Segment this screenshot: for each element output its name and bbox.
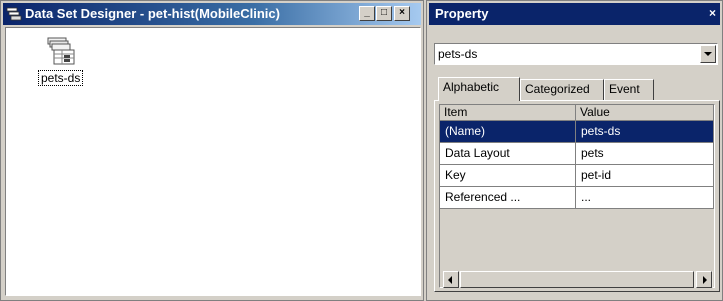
horizontal-scrollbar[interactable] bbox=[443, 271, 713, 288]
property-value[interactable]: pet-id bbox=[576, 165, 714, 187]
property-grid: Item Value (Name) pets-ds Data Layout pe… bbox=[439, 104, 715, 288]
property-name: Key bbox=[440, 165, 576, 187]
minimize-icon: _ bbox=[364, 7, 370, 18]
property-value[interactable]: ... bbox=[576, 187, 714, 209]
designer-canvas[interactable]: pets-ds bbox=[5, 27, 421, 296]
property-title-bar[interactable]: Property × bbox=[429, 3, 720, 25]
property-panel: Item Value (Name) pets-ds Data Layout pe… bbox=[434, 100, 720, 292]
column-header-item[interactable]: Item bbox=[440, 105, 576, 121]
close-icon: × bbox=[399, 7, 405, 18]
scroll-thumb[interactable] bbox=[460, 271, 694, 288]
scroll-left-icon[interactable] bbox=[443, 271, 459, 288]
tab-label: Categorized bbox=[525, 82, 590, 96]
dataset-icon[interactable] bbox=[46, 36, 78, 68]
property-title: Property bbox=[435, 6, 489, 21]
property-value[interactable]: pets bbox=[576, 143, 714, 165]
data-set-designer-window: Data Set Designer - pet-hist(MobileClini… bbox=[0, 0, 424, 301]
dataset-icon bbox=[6, 7, 22, 21]
chevron-down-icon[interactable] bbox=[700, 45, 716, 63]
column-header-value[interactable]: Value bbox=[576, 105, 714, 121]
dataset-label[interactable]: pets-ds bbox=[38, 70, 84, 86]
property-window: Property × pets-ds Alphabetic Categorize… bbox=[426, 0, 723, 301]
maximize-button[interactable]: □ bbox=[376, 6, 392, 21]
maximize-icon: □ bbox=[380, 7, 388, 18]
property-name: Referenced ... bbox=[440, 187, 576, 209]
close-button[interactable]: × bbox=[394, 6, 410, 21]
table-row[interactable]: Key pet-id bbox=[440, 165, 714, 187]
property-value[interactable]: pets-ds bbox=[576, 121, 714, 143]
close-icon[interactable]: × bbox=[709, 6, 716, 20]
designer-title-bar[interactable]: Data Set Designer - pet-hist(MobileClini… bbox=[3, 3, 421, 25]
designer-title: Data Set Designer - pet-hist(MobileClini… bbox=[25, 6, 280, 21]
object-selector-value: pets-ds bbox=[438, 47, 478, 61]
tab-alphabetic[interactable]: Alphabetic bbox=[438, 77, 520, 101]
tab-label: Event bbox=[609, 82, 640, 96]
object-selector[interactable]: pets-ds bbox=[434, 43, 718, 65]
table-row[interactable]: Referenced ... ... bbox=[440, 187, 714, 209]
table-row[interactable]: Data Layout pets bbox=[440, 143, 714, 165]
scroll-right-icon[interactable] bbox=[696, 271, 712, 288]
tab-categorized[interactable]: Categorized bbox=[520, 79, 604, 100]
property-name: Data Layout bbox=[440, 143, 576, 165]
table-row[interactable]: (Name) pets-ds bbox=[440, 121, 714, 143]
property-name: (Name) bbox=[440, 121, 576, 143]
minimize-button[interactable]: _ bbox=[359, 6, 375, 21]
tab-label: Alphabetic bbox=[443, 80, 500, 94]
tab-event[interactable]: Event bbox=[604, 79, 654, 100]
